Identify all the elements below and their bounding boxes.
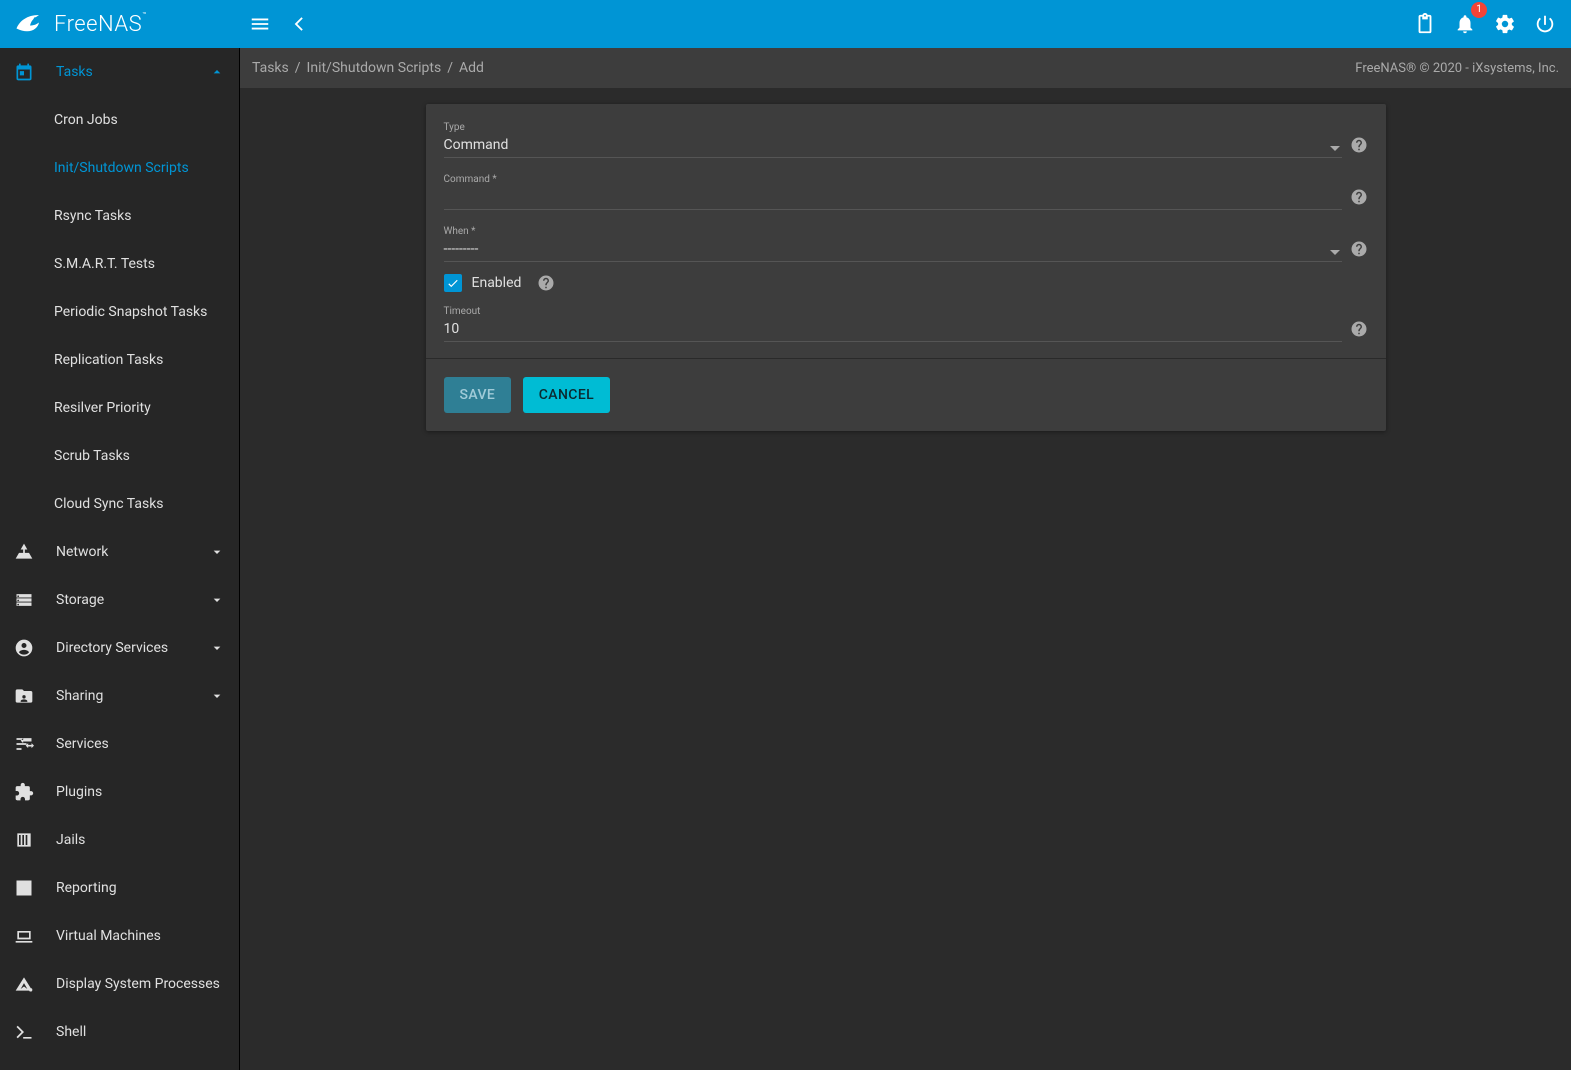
sidebar-item-shell[interactable]: Shell xyxy=(0,1008,239,1056)
sidebar-item-replication-tasks[interactable]: Replication Tasks xyxy=(0,336,239,384)
help-icon[interactable] xyxy=(1350,240,1368,258)
sidebar-group-storage[interactable]: Storage xyxy=(0,576,239,624)
power-button[interactable] xyxy=(1525,4,1565,44)
sidebar-item-cloud-sync-tasks[interactable]: Cloud Sync Tasks xyxy=(0,480,239,528)
sidebar-item-jails[interactable]: Jails xyxy=(0,816,239,864)
calendar-icon xyxy=(14,62,34,82)
enabled-label: Enabled xyxy=(472,275,522,291)
jail-icon xyxy=(14,830,34,850)
breadcrumb-bar: Tasks / Init/Shutdown Scripts / Add Free… xyxy=(240,48,1571,88)
processes-icon xyxy=(14,974,34,994)
sidebar-item-resilver-priority[interactable]: Resilver Priority xyxy=(0,384,239,432)
chart-icon xyxy=(14,878,34,898)
sharing-icon xyxy=(14,686,34,706)
notifications-badge: 1 xyxy=(1471,2,1487,18)
help-icon[interactable] xyxy=(1350,136,1368,154)
copyright-text: FreeNAS® © 2020 - iXsystems, Inc. xyxy=(1355,61,1559,76)
sidebar-item-rsync-tasks[interactable]: Rsync Tasks xyxy=(0,192,239,240)
field-row-command: Command * xyxy=(444,170,1368,210)
chevron-up-icon xyxy=(209,64,225,80)
sidebar-item-periodic-snapshot-tasks[interactable]: Periodic Snapshot Tasks xyxy=(0,288,239,336)
when-value: --------- xyxy=(444,239,1342,259)
sidebar-item-reporting[interactable]: Reporting xyxy=(0,864,239,912)
sidebar-item-scrub-tasks[interactable]: Scrub Tasks xyxy=(0,432,239,480)
chevron-left-icon xyxy=(289,13,311,35)
settings-button[interactable] xyxy=(1485,4,1525,44)
network-icon xyxy=(14,542,34,562)
power-icon xyxy=(1534,13,1556,35)
sidebar-group-tasks[interactable]: Tasks xyxy=(0,48,239,96)
clipboard-icon xyxy=(1414,13,1436,35)
menu-toggle-button[interactable] xyxy=(240,4,280,44)
help-icon[interactable] xyxy=(1350,188,1368,206)
form-card: Type Command Command * When * --------- xyxy=(426,104,1386,431)
field-row-enabled: Enabled xyxy=(444,274,1368,292)
notifications-button[interactable]: 1 xyxy=(1445,4,1485,44)
sidebar-group-label: Tasks xyxy=(56,64,209,80)
sidebar-item-virtual-machines[interactable]: Virtual Machines xyxy=(0,912,239,960)
laptop-icon xyxy=(14,926,34,946)
sidebar-item-smart-tests[interactable]: S.M.A.R.T. Tests xyxy=(0,240,239,288)
timeout-input-wrapper[interactable]: Timeout xyxy=(444,302,1342,342)
dropdown-caret-icon xyxy=(1330,146,1340,151)
when-select[interactable]: When * --------- xyxy=(444,222,1342,262)
type-label: Type xyxy=(444,122,1342,133)
terminal-icon xyxy=(14,1022,34,1042)
sidebar-item-services[interactable]: Services xyxy=(0,720,239,768)
sidebar-item-plugins[interactable]: Plugins xyxy=(0,768,239,816)
chevron-down-icon xyxy=(209,592,225,608)
chevron-down-icon xyxy=(209,640,225,656)
plugin-icon xyxy=(14,782,34,802)
breadcrumb-separator: / xyxy=(447,60,453,76)
sidebar-group-network[interactable]: Network xyxy=(0,528,239,576)
command-input-wrapper[interactable]: Command * xyxy=(444,170,1342,210)
brand-logo[interactable]: FreeNAS™ xyxy=(0,0,240,48)
freenas-logo-icon xyxy=(12,6,48,42)
sidebar-item-cron-jobs[interactable]: Cron Jobs xyxy=(0,96,239,144)
chevron-down-icon xyxy=(209,544,225,560)
sidebar: Tasks Cron Jobs Init/Shutdown Scripts Rs… xyxy=(0,48,240,1070)
breadcrumb-item-add: Add xyxy=(459,60,484,76)
field-row-type: Type Command xyxy=(444,118,1368,158)
field-row-when: When * --------- xyxy=(444,222,1368,262)
check-icon xyxy=(446,276,460,290)
chevron-down-icon xyxy=(209,688,225,704)
form-actions: SAVE CANCEL xyxy=(426,358,1386,431)
command-input[interactable] xyxy=(444,187,1342,207)
sidebar-item-display-system-processes[interactable]: Display System Processes xyxy=(0,960,239,1008)
save-button[interactable]: SAVE xyxy=(444,377,512,413)
sidebar-subnav-tasks: Cron Jobs Init/Shutdown Scripts Rsync Ta… xyxy=(0,96,239,528)
when-label: When * xyxy=(444,226,1342,237)
cancel-button[interactable]: CANCEL xyxy=(523,377,610,413)
sidebar-group-sharing[interactable]: Sharing xyxy=(0,672,239,720)
gear-icon xyxy=(1494,13,1516,35)
help-icon[interactable] xyxy=(1350,320,1368,338)
clipboard-button[interactable] xyxy=(1405,4,1445,44)
topbar: FreeNAS™ 1 xyxy=(0,0,1571,48)
hamburger-icon xyxy=(249,13,271,35)
sidebar-item-init-shutdown-scripts[interactable]: Init/Shutdown Scripts xyxy=(0,144,239,192)
storage-icon xyxy=(14,590,34,610)
breadcrumb-item-tasks[interactable]: Tasks xyxy=(252,60,289,76)
timeout-label: Timeout xyxy=(444,306,1342,317)
brand-name: FreeNAS™ xyxy=(54,12,147,37)
help-icon[interactable] xyxy=(537,274,555,292)
enabled-checkbox[interactable] xyxy=(444,274,462,292)
breadcrumb-separator: / xyxy=(295,60,301,76)
tune-icon xyxy=(14,734,34,754)
breadcrumb-item-initshutdown[interactable]: Init/Shutdown Scripts xyxy=(307,60,442,76)
breadcrumb: Tasks / Init/Shutdown Scripts / Add xyxy=(252,60,484,76)
sidebar-group-directory-services[interactable]: Directory Services xyxy=(0,624,239,672)
sidebar-collapse-button[interactable] xyxy=(280,4,320,44)
timeout-input[interactable] xyxy=(444,319,1342,339)
main-content: Type Command Command * When * --------- xyxy=(240,88,1571,1070)
directory-services-icon xyxy=(14,638,34,658)
bell-icon xyxy=(1454,13,1476,35)
field-row-timeout: Timeout xyxy=(444,302,1368,342)
command-label: Command * xyxy=(444,174,1342,185)
type-select[interactable]: Type Command xyxy=(444,118,1342,158)
dropdown-caret-icon xyxy=(1330,250,1340,255)
type-value: Command xyxy=(444,135,1342,155)
